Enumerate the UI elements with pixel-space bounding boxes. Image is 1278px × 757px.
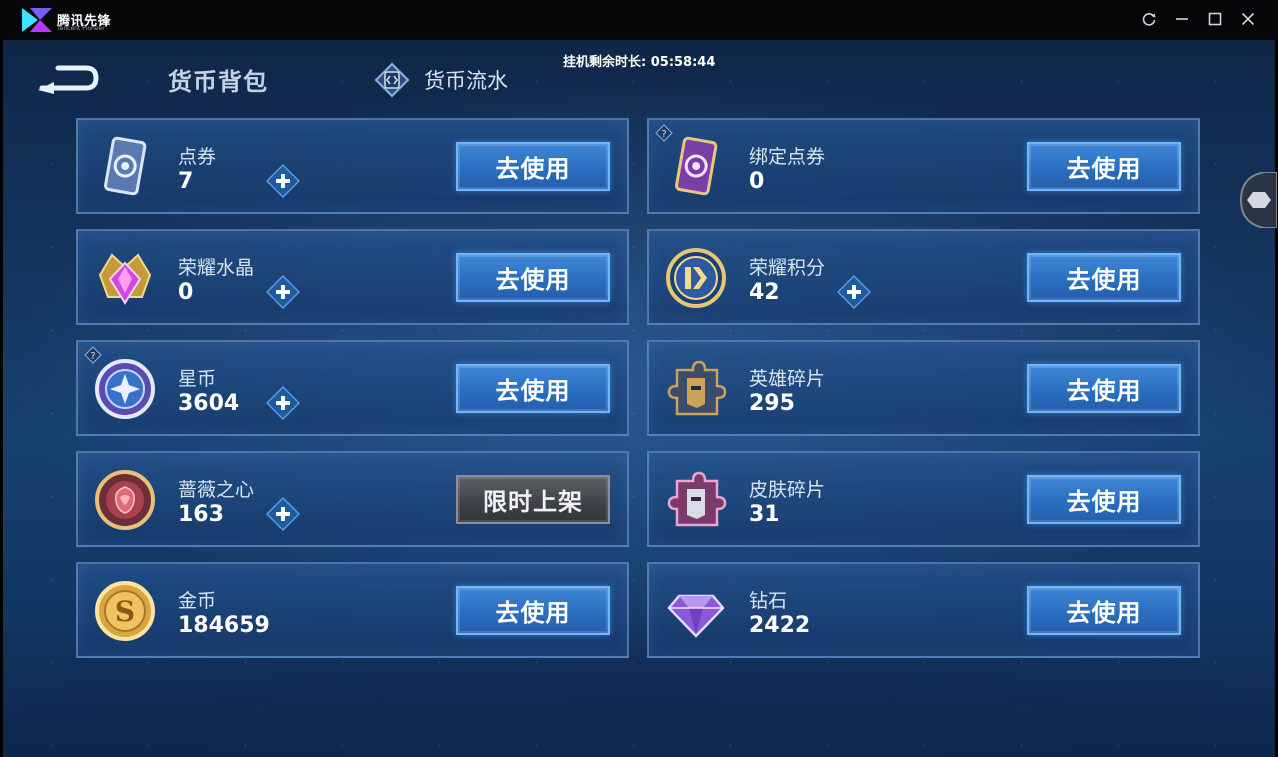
idle-timer: 挂机剩余时长: 05:58:44 <box>563 55 716 70</box>
currency-name: 钻石 <box>749 590 788 612</box>
currency-name: 荣耀积分 <box>749 257 826 279</box>
currency-value: 2422 <box>749 613 811 638</box>
currency-card-diamond: 钻石 2422 去使用 <box>647 562 1200 658</box>
currency-name: 皮肤碎片 <box>749 479 826 501</box>
use-button[interactable]: 去使用 <box>1027 475 1181 524</box>
close-icon[interactable] <box>1239 10 1257 28</box>
currency-value: 31 <box>749 502 780 527</box>
use-button[interactable]: 去使用 <box>1027 364 1181 413</box>
add-icon[interactable] <box>266 164 300 198</box>
add-icon[interactable] <box>266 275 300 309</box>
glory-points-icon <box>666 248 726 308</box>
use-button[interactable]: 去使用 <box>1027 586 1181 635</box>
use-button[interactable]: 去使用 <box>456 586 610 635</box>
refresh-icon[interactable] <box>1140 10 1158 28</box>
use-button[interactable]: 去使用 <box>1027 142 1181 191</box>
currency-card-glory-points: 荣耀积分 42 去使用 <box>647 229 1200 325</box>
currency-value: 184659 <box>178 613 270 638</box>
currency-name: 金币 <box>178 590 217 612</box>
minimize-icon[interactable] <box>1173 10 1191 28</box>
currency-value: 7 <box>178 169 194 194</box>
star-coin-icon <box>95 359 155 419</box>
currency-name: 英雄碎片 <box>749 368 826 390</box>
currency-card-glory-crystal: 荣耀水晶 0 去使用 <box>76 229 629 325</box>
use-button[interactable]: 去使用 <box>456 364 610 413</box>
currency-card-gold-coin: S 金币 184659 去使用 <box>76 562 629 658</box>
currency-value: 42 <box>749 280 780 305</box>
use-button[interactable]: 去使用 <box>456 142 610 191</box>
currency-value: 3604 <box>178 391 240 416</box>
currency-value: 295 <box>749 391 795 416</box>
currency-value: 0 <box>178 280 194 305</box>
bound-ticket-card-icon <box>675 136 718 196</box>
currency-name: 点券 <box>178 146 217 168</box>
tab-currency-flow-label: 货币流水 <box>424 69 508 93</box>
diamond-icon <box>667 594 725 638</box>
use-button[interactable]: 去使用 <box>1027 253 1181 302</box>
back-arrow-icon[interactable] <box>34 60 100 98</box>
svg-text:S: S <box>115 595 135 628</box>
currency-name: 荣耀水晶 <box>178 257 255 279</box>
use-button[interactable]: 去使用 <box>456 253 610 302</box>
gold-coin-icon: S <box>95 581 155 641</box>
currency-value: 163 <box>178 502 224 527</box>
currency-value: 0 <box>749 169 765 194</box>
currency-card-bound-ticket: ? 绑定点券 0 去使用 <box>647 118 1200 214</box>
add-icon[interactable] <box>266 497 300 531</box>
currency-card-hero-fragment: 英雄碎片 295 去使用 <box>647 340 1200 436</box>
currency-name: 星币 <box>178 368 217 390</box>
currency-name: 蔷薇之心 <box>178 479 255 501</box>
currency-card-rose-heart: 蔷薇之心 163 限时上架 <box>76 451 629 547</box>
floating-menu-icon[interactable] <box>1237 172 1277 228</box>
logo-icon <box>22 8 52 32</box>
glory-crystal-icon <box>98 253 152 305</box>
flow-icon <box>374 62 410 98</box>
currency-card-ticket: 点券 7 去使用 <box>76 118 629 214</box>
hero-fragment-icon <box>667 360 727 416</box>
tab-currency-flow[interactable]: 货币流水 <box>372 62 508 98</box>
rose-heart-icon <box>95 470 155 530</box>
ticket-card-icon <box>104 136 147 196</box>
currency-card-skin-fragment: 皮肤碎片 31 去使用 <box>647 451 1200 547</box>
limited-time-button[interactable]: 限时上架 <box>456 475 610 524</box>
currency-card-star-coin: ? 星币 3604 去使用 <box>76 340 629 436</box>
app-name-en: Tencent Pioneer <box>57 25 105 32</box>
maximize-icon[interactable] <box>1206 10 1224 28</box>
add-icon[interactable] <box>837 275 871 309</box>
skin-fragment-icon <box>667 471 727 527</box>
tab-currency-bag[interactable]: 货币背包 <box>168 62 268 97</box>
window-titlebar: 腾讯先锋 Tencent Pioneer <box>0 0 1278 40</box>
add-icon[interactable] <box>266 386 300 420</box>
currency-name: 绑定点券 <box>749 146 826 168</box>
